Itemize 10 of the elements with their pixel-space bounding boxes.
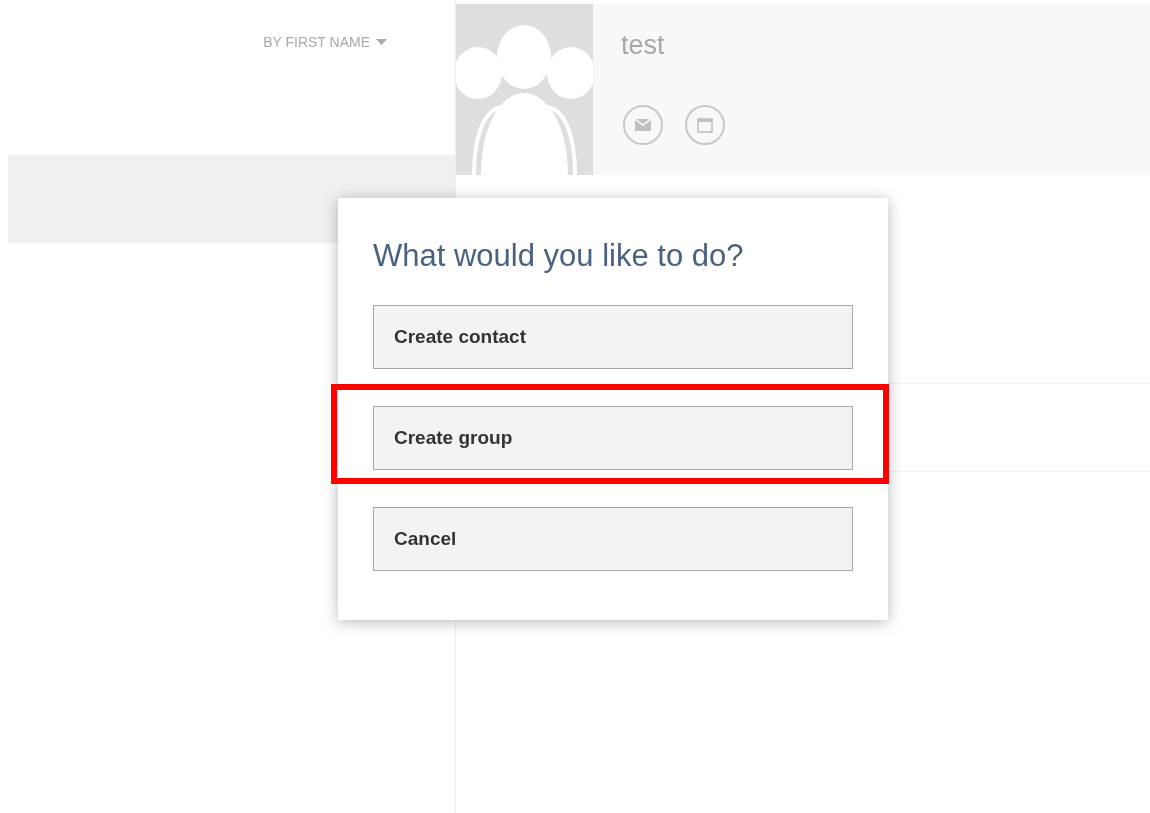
action-button[interactable]: Create contact <box>373 305 853 369</box>
contact-name: test <box>621 30 666 61</box>
action-button[interactable]: Cancel <box>373 507 853 571</box>
calendar-icon <box>697 117 713 133</box>
caret-icon <box>376 39 387 45</box>
mail-icon <box>635 119 651 131</box>
calendar-button[interactable] <box>685 105 725 145</box>
action-button[interactable]: Create group <box>373 406 853 470</box>
dialog-title: What would you like to do? <box>373 238 745 274</box>
email-button[interactable] <box>623 105 663 145</box>
